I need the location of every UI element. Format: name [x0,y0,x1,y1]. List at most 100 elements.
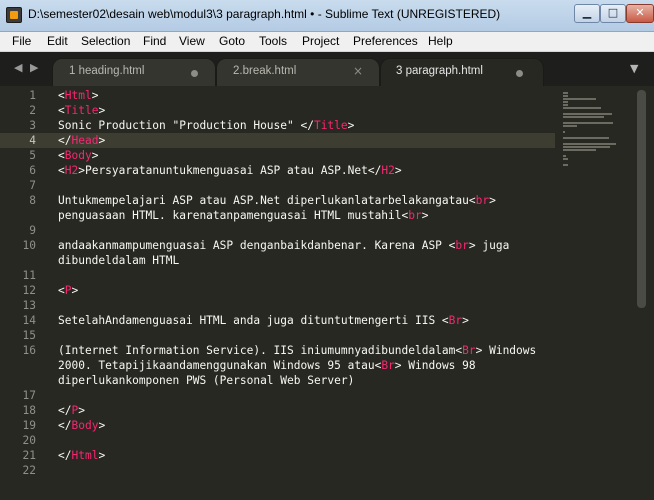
text-token: > [91,89,99,102]
minimap-line [563,125,577,127]
code-line[interactable]: <Title> [58,103,105,118]
text-token: diperlukankomponen PWS (Personal Web Ser… [58,374,355,387]
code-line[interactable]: penguasaan HTML. karenatanpamenguasai HT… [58,208,428,223]
window-title: D:\semester02\desain web\modul3\3 paragr… [28,7,501,21]
text-token: >Persyaratanuntukmenguasai ASP atau ASP.… [78,164,382,177]
tag-token: br [455,239,469,252]
tab-1-heading[interactable]: 1 heading.html [52,58,216,86]
text-token: > [91,149,99,162]
menu-tools[interactable]: Tools [259,34,287,48]
tab-close-icon[interactable]: × [353,64,363,78]
line-number: 16 [22,344,36,357]
minimap-line [563,146,610,148]
tab-scroll-right-icon[interactable]: ▶ [30,61,38,74]
code-editor[interactable]: 1 2 3 4 5 6 7 8 9 10 11 12 13 14 15 16 17 18 19 20 21 22 <Htm… [0,86,654,500]
line-number [0,253,36,268]
text-token: > [98,104,106,117]
code-line[interactable]: </P> [58,403,85,418]
menu-view[interactable]: View [179,34,205,48]
code-line[interactable]: andaakanmampumenguasai ASP denganbaikdan… [58,238,509,253]
close-button[interactable]: ✕ [626,4,654,23]
line-number: 6 [29,164,36,177]
line-number: 14 [22,314,36,327]
code-line[interactable]: <Body> [58,148,98,163]
minimap-line [563,155,566,157]
code-line[interactable]: Sonic Production "Production House" </Ti… [58,118,354,133]
code-line[interactable]: diperlukankomponen PWS (Personal Web Ser… [58,373,354,388]
tag-token: Title [64,104,99,117]
code-line[interactable]: </Head> [58,133,105,148]
code-line[interactable]: SetelahAndamenguasai HTML anda juga ditu… [58,313,469,328]
tag-token: Title [313,119,348,132]
code-line[interactable]: 2000. Tetapijikaandamenggunakan Windows … [58,358,476,373]
tab-list-dropdown-icon[interactable]: ▼ [630,62,638,75]
text-token: > [462,314,469,327]
scrollbar-thumb[interactable] [637,90,646,308]
line-number: 7 [29,179,36,192]
text-token: > Windows 98 [394,359,476,372]
code-line[interactable]: <Html> [58,88,98,103]
menu-selection[interactable]: Selection [81,34,130,48]
text-token: </ [58,134,72,147]
line-number: 17 [22,389,36,402]
code-line[interactable]: dibundeldalam HTML [58,253,179,268]
text-token: Sonic Production "Production House" </ [58,119,314,132]
text-token: > juga [468,239,510,252]
minimize-button[interactable]: ▁ [574,4,600,23]
menu-project[interactable]: Project [302,34,339,48]
text-token: Untukmempelajari ASP atau ASP.Net diperl… [58,194,476,207]
line-number: 19 [22,419,36,432]
menu-file[interactable]: File [12,34,31,48]
text-token: < [58,149,65,162]
maximize-button[interactable]: □ [600,4,626,23]
menu-find[interactable]: Find [143,34,166,48]
line-number: 5 [29,149,36,162]
line-number: 1 [29,89,36,102]
tab-2-break[interactable]: 2.break.html × [216,58,380,86]
code-line[interactable]: </Body> [58,418,105,433]
minimap[interactable] [557,92,627,172]
code-line[interactable]: Untukmempelajari ASP atau ASP.Net diperl… [58,193,496,208]
tab-bar: ◀ ▶ 1 heading.html 2.break.html × 3 para… [0,52,654,86]
code-line[interactable]: <H2>Persyaratanuntukmenguasai ASP atau A… [58,163,402,178]
window-title-bar[interactable]: D:\semester02\desain web\modul3\3 paragr… [0,0,654,32]
tag-token: Body [71,419,99,432]
minimap-line [563,137,609,139]
menu-goto[interactable]: Goto [219,34,245,48]
tab-scroll-left-icon[interactable]: ◀ [14,61,22,74]
text-token: > Windows [475,344,537,357]
line-number [0,208,36,223]
line-number-gutter: 1 2 3 4 5 6 7 8 9 10 11 12 13 14 15 16 17 18 19 20 21 22 [0,86,46,500]
tag-token: Html [64,89,92,102]
text-token: > [78,404,85,417]
code-line[interactable]: <P> [58,283,78,298]
minimap-line [563,143,616,145]
tag-token: H2 [381,164,395,177]
text-token: > [98,419,106,432]
code-line[interactable]: </Html> [58,448,105,463]
text-token: < [58,89,65,102]
code-line[interactable]: (Internet Information Service). IIS iniu… [58,343,536,358]
tab-3-paragraph[interactable]: 3 paragraph.html [380,58,544,86]
unsaved-dot-icon[interactable] [191,70,198,77]
text-token: 2000. Tetapijikaandamenggunakan Windows … [58,359,382,372]
menu-help[interactable]: Help [428,34,453,48]
text-token: > [421,209,429,222]
text-token: > [489,194,496,207]
text-token: </ [58,419,72,432]
tag-token: br [408,209,422,222]
tab-label: 2.break.html [233,65,297,77]
minimap-line [563,149,596,151]
tag-token: Br [462,344,476,357]
menu-preferences[interactable]: Preferences [353,34,418,48]
line-number: 15 [22,329,36,342]
line-number: 18 [22,404,36,417]
minimap-line [563,98,596,100]
menu-edit[interactable]: Edit [47,34,68,48]
line-number: 8 [29,194,36,207]
minimap-line [563,116,604,118]
minimap-line [563,101,568,103]
unsaved-dot-icon[interactable] [516,70,523,77]
minimap-line [563,164,568,166]
text-token: dibundeldalam HTML [58,254,180,267]
